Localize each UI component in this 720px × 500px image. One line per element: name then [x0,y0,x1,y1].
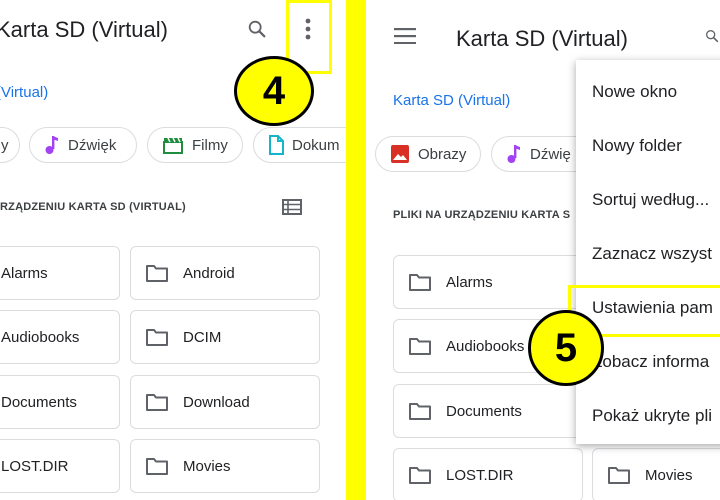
chip-audio[interactable]: Dźwięk [29,127,137,163]
folder-icon [409,467,431,484]
image-icon [391,145,409,163]
folder-label: Audiobooks [446,337,525,355]
chip-label: y [1,136,9,154]
folder-item[interactable]: DCIM [130,310,320,364]
folder-item[interactable]: Download [130,375,320,429]
chip-label: Dźwię [530,145,571,163]
folder-item[interactable]: Documents [0,375,120,429]
folder-label: DCIM [183,328,222,346]
folder-label: Movies [183,457,231,475]
chip-label: Obrazy [418,145,467,163]
overflow-menu: Nowe okno Nowy folder Sortuj według... Z… [576,60,720,444]
folder-icon [146,458,168,475]
music-note-icon [507,145,520,163]
chip-label: Dokum [292,136,340,154]
menu-item-sort-by[interactable]: Sortuj według... [592,190,709,210]
menu-button[interactable] [392,24,418,48]
folder-item[interactable]: LOST.DIR [0,439,120,493]
folder-item[interactable]: Movies [592,448,720,500]
document-icon [269,135,284,155]
folder-label: LOST.DIR [446,466,514,484]
list-view-button[interactable] [280,196,304,218]
chip-documents[interactable]: Dokum [253,127,346,163]
chip-images[interactable]: y [0,127,20,163]
folder-item[interactable]: Movies [130,439,320,493]
menu-item-view-info[interactable]: Zobacz informa [592,352,709,372]
folder-item[interactable]: Android [130,246,320,300]
folder-item[interactable]: Documents [393,384,583,438]
folder-item[interactable]: Alarms [0,246,120,300]
chip-images[interactable]: Obrazy [375,136,481,172]
folder-label: Android [183,264,235,282]
folder-item[interactable]: Audiobooks [0,310,120,364]
folder-label: LOST.DIR [1,457,69,475]
folder-label: Audiobooks [1,328,80,346]
folder-icon [146,329,168,346]
section-title: PLIKI NA URZĄDZENIU KARTA S [393,209,571,221]
folder-label: Download [183,393,250,411]
left-screen: Karta SD (Virtual) 4 (Virtual) y Dźwięk … [0,0,346,500]
chip-label: Filmy [192,136,228,154]
folder-item[interactable]: Alarms [393,255,583,309]
folder-label: Documents [1,393,77,411]
folder-icon [409,274,431,291]
menu-item-show-hidden[interactable]: Pokaż ukryte pli [592,406,712,426]
chip-video[interactable]: Filmy [147,127,243,163]
search-button[interactable] [704,24,720,48]
yellow-divider [346,0,366,500]
list-view-icon [282,199,302,215]
search-button[interactable] [244,16,270,42]
breadcrumb[interactable]: (Virtual) [0,84,48,101]
menu-item-new-window[interactable]: Nowe okno [592,82,677,102]
page-title: Karta SD (Virtual) [0,17,168,42]
folder-icon [608,467,630,484]
menu-item-select-all[interactable]: Zaznacz wszyst [592,244,712,264]
music-note-icon [45,136,58,154]
folder-label: Alarms [446,273,493,291]
folder-icon [409,338,431,355]
folder-label: Alarms [1,264,48,282]
section-title: RZĄDZENIU KARTA SD (VIRTUAL) [0,201,186,213]
breadcrumb[interactable]: Karta SD (Virtual) [393,92,510,109]
folder-icon [146,394,168,411]
folder-icon [409,403,431,420]
step-callout: 5 [528,310,604,386]
folder-label: Documents [446,402,522,420]
page-title: Karta SD (Virtual) [456,26,628,51]
chip-label: Dźwięk [68,136,117,154]
folder-item[interactable]: LOST.DIR [393,448,583,500]
menu-item-new-folder[interactable]: Nowy folder [592,136,682,156]
hamburger-icon [394,28,416,44]
folder-label: Movies [645,466,693,484]
search-icon [248,20,266,38]
step-callout: 4 [234,56,314,126]
film-icon [163,137,183,154]
folder-icon [146,265,168,282]
search-icon [706,29,719,43]
